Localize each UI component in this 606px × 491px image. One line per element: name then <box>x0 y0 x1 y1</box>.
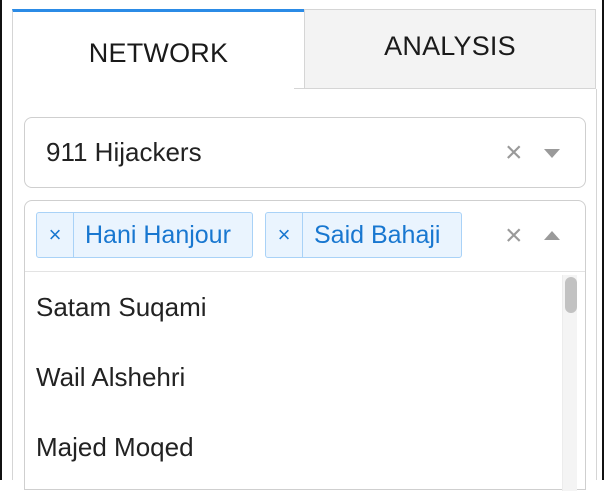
dropdown-scrollbar[interactable] <box>562 275 577 491</box>
dataset-select[interactable]: 911 Hijackers × <box>24 117 586 188</box>
clear-selection-icon[interactable]: × <box>505 221 523 251</box>
dataset-select-value: 911 Hijackers <box>46 137 202 167</box>
tab-network-label: NETWORK <box>88 38 229 68</box>
option-label: Satam Suqami <box>36 291 207 322</box>
tab-bar: NETWORK ANALYSIS <box>12 9 596 89</box>
list-item[interactable]: Wail Alshehri <box>25 342 555 412</box>
tab-divider <box>294 88 596 89</box>
pane-border-right <box>596 89 597 480</box>
tab-analysis-label: ANALYSIS <box>384 30 516 61</box>
people-multiselect-control[interactable]: × Hani Hanjour × Said Bahaji × <box>25 201 585 272</box>
tab-analysis[interactable]: ANALYSIS <box>304 9 596 89</box>
list-item[interactable]: Majed Moqed <box>25 412 555 482</box>
chip-label: Hani Hanjour <box>85 220 231 249</box>
selected-chip: × Said Bahaji <box>265 212 462 258</box>
people-multiselect: × Hani Hanjour × Said Bahaji × Satam Suq… <box>24 200 586 491</box>
pane-border-left <box>12 89 13 480</box>
tab-network[interactable]: NETWORK <box>12 9 304 89</box>
chip-label: Said Bahaji <box>314 220 441 249</box>
chevron-up-icon[interactable] <box>544 231 560 240</box>
clear-dataset-icon[interactable]: × <box>505 138 523 168</box>
chevron-down-icon[interactable] <box>544 149 560 158</box>
option-label: Wail Alshehri <box>36 361 186 392</box>
chip-remove-icon[interactable]: × <box>266 213 303 257</box>
sidebar-panel: NETWORK ANALYSIS 911 Hijackers × × Hani … <box>0 0 604 491</box>
dropdown-option-list: Satam Suqami Wail Alshehri Majed Moqed <box>25 272 555 482</box>
scrollbar-thumb[interactable] <box>565 277 577 313</box>
option-label: Majed Moqed <box>36 431 194 462</box>
selected-chip: × Hani Hanjour <box>36 212 253 258</box>
chip-remove-icon[interactable]: × <box>37 213 74 257</box>
list-item[interactable]: Satam Suqami <box>25 272 555 342</box>
